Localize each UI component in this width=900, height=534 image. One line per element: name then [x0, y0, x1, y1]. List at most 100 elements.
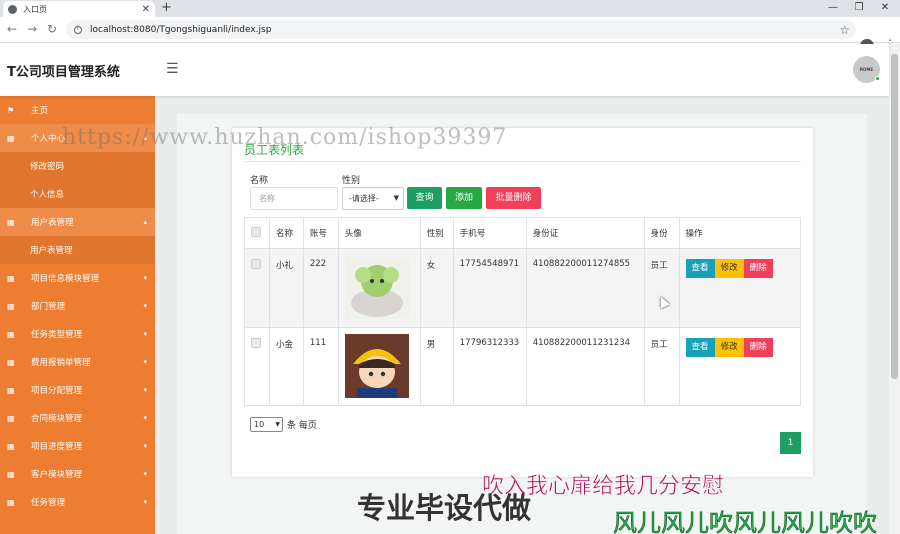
page-size-select[interactable]: 10 ▼ [250, 417, 283, 432]
column-header: 身份证 [525, 217, 645, 249]
grid-icon: ▦ [7, 441, 15, 451]
view-button[interactable]: 查看 [685, 259, 715, 278]
grid-icon: ▦ [7, 329, 15, 339]
cell-gender: 男 [419, 327, 454, 406]
sidebar-item-customer[interactable]: ▦ 客户模块管理 ▾ [0, 460, 155, 488]
sidebar-item-project-assign[interactable]: ▦ 项目分配管理 ▾ [0, 376, 155, 404]
list-card: 员工表列表 名称 名称 性别 -请选择- ▼ 查询 添加 批量删除 名称 账号 … [232, 128, 813, 477]
title-divider [244, 161, 801, 162]
sidebar-item-label: 修改密码 [30, 162, 65, 172]
add-button[interactable]: 添加 [446, 187, 482, 209]
column-header: 操作 [678, 217, 802, 249]
row-checkbox[interactable] [251, 259, 261, 269]
sidebar-item-home[interactable]: ⚑ 主页 [0, 96, 155, 124]
brand-title: T公司项目管理系统 [7, 65, 120, 80]
reload-icon[interactable]: ↻ [47, 22, 57, 36]
sidebar-item-project-info[interactable]: ▦ 项目信息模块管理 ▾ [0, 264, 155, 292]
row-checkbox[interactable] [251, 338, 261, 348]
online-status-dot [875, 76, 880, 81]
restore-icon[interactable]: ❐ [846, 0, 872, 16]
sidebar-item-task-type[interactable]: ▦ 任务类型管理 ▾ [0, 320, 155, 348]
sidebar-item-contract[interactable]: ▦ 合同模块管理 ▾ [0, 404, 155, 432]
back-arrow-icon[interactable]: ← [7, 22, 17, 36]
query-button[interactable]: 查询 [407, 187, 442, 209]
page-scrollbar[interactable] [889, 44, 900, 534]
sidebar-item-label: 用户表管理 [30, 246, 73, 256]
url-watermark: https://www.huzhan.com/ishop39397 [62, 125, 508, 150]
cell-actions: 查看 修改 删除 [678, 248, 802, 328]
chevron-up-icon: ▴ [143, 218, 147, 226]
sidebar-item-profile[interactable]: 个人信息 [0, 180, 155, 208]
cell-phone: 17754548971 [452, 248, 527, 328]
batch-delete-button[interactable]: 批量删除 [486, 187, 541, 209]
table-row: 小金 111 男 17796312333 410882200011231234 … [244, 327, 802, 406]
sidebar-item-label: 项目信息模块管理 [31, 274, 100, 284]
bookmark-star-icon[interactable]: ☆ [839, 23, 850, 37]
avatar-image [344, 257, 409, 319]
browser-tab[interactable]: 入口页 ✕ [3, 1, 155, 17]
sidebar-item-user-table-sub[interactable]: 用户表管理 [0, 236, 155, 264]
info-icon[interactable] [74, 25, 82, 34]
cell-gender: 女 [419, 248, 454, 328]
sidebar-item-label: 用户表管理 [31, 218, 74, 228]
sidebar-item-change-password[interactable]: 修改密码 [0, 152, 155, 180]
globe-icon [8, 4, 17, 14]
chevron-down-icon: ▾ [143, 386, 147, 394]
name-search-input[interactable]: 名称 [250, 187, 338, 210]
app-header: T公司项目管理系统 ☰ ROME [0, 44, 889, 96]
avatar-text: ROME [859, 67, 874, 72]
sidebar-item-task[interactable]: ▦ 任务管理 ▾ [0, 488, 155, 516]
url-field[interactable]: localhost:8080/Tgongshiguanli/index.jsp … [66, 20, 856, 39]
row-select [244, 327, 270, 406]
window-close-icon[interactable]: ✕ [872, 0, 898, 16]
user-avatar[interactable]: ROME [853, 56, 880, 83]
sidebar-item-label: 主页 [31, 106, 49, 116]
column-header: 名称 [268, 217, 304, 249]
url-text: localhost:8080/Tgongshiguanli/index.jsp [90, 24, 272, 35]
tab-close-icon[interactable]: ✕ [142, 4, 150, 15]
grid-icon: ▦ [7, 413, 15, 423]
sidebar: ⚑ 主页 ▦ 个人中心 ▴ 修改密码 个人信息 ▦ 用户表管理 ▴ 用户表管理 ▦ 项目信息… [0, 96, 155, 534]
gender-select[interactable]: -请选择- ▼ [342, 187, 404, 210]
sidebar-item-progress[interactable]: ▦ 项目进度管理 ▾ [0, 432, 155, 460]
chevron-down-icon: ▾ [143, 470, 147, 478]
edit-button[interactable]: 修改 [714, 259, 744, 278]
sidebar-item-department[interactable]: ▦ 部门管理 ▾ [0, 292, 155, 320]
page-button-current[interactable]: 1 [780, 432, 801, 454]
column-header: 头像 [337, 217, 421, 249]
sidebar-item-label: 项目进度管理 [31, 442, 83, 452]
gender-label: 性别 [342, 176, 361, 186]
column-header: 性别 [419, 217, 454, 249]
minimize-icon[interactable]: — [820, 0, 846, 16]
edit-button[interactable]: 修改 [714, 338, 744, 357]
delete-button[interactable]: 删除 [743, 259, 773, 278]
scrollbar-thumb[interactable] [891, 54, 898, 379]
sidebar-item-label: 任务类型管理 [31, 330, 83, 340]
hamburger-menu-icon[interactable]: ☰ [166, 61, 179, 77]
grid-icon: ▦ [7, 301, 15, 311]
cell-name: 小礼 [268, 248, 304, 328]
chevron-down-icon: ▾ [143, 302, 147, 310]
cell-id-card: 410882200011231234 [525, 327, 645, 406]
sidebar-item-label: 个人中心 [31, 134, 66, 144]
grid-icon: ▦ [7, 357, 15, 367]
grid-icon: ▦ [7, 273, 15, 283]
sidebar-item-label: 费用报销单管理 [31, 358, 91, 368]
cell-account: 222 [302, 248, 339, 328]
view-button[interactable]: 查看 [685, 338, 715, 357]
table-header-row: 名称 账号 头像 性别 手机号 身份证 身份 操作 [244, 217, 802, 249]
select-all-checkbox[interactable] [251, 226, 261, 237]
chevron-down-icon: ▼ [275, 421, 280, 428]
grid-icon: ▦ [7, 385, 15, 395]
grid-icon: ▦ [7, 217, 15, 227]
browser-tab-strip: 入口页 ✕ + — ❐ ✕ [0, 0, 900, 17]
grid-icon: ▦ [7, 497, 15, 507]
cell-name: 小金 [268, 327, 304, 406]
sidebar-item-expense[interactable]: ▦ 费用报销单管理 ▾ [0, 348, 155, 376]
delete-button[interactable]: 删除 [743, 338, 773, 357]
caption-watermark: 专业毕设代做 [357, 491, 532, 525]
grid-icon: ▦ [7, 133, 15, 143]
sidebar-item-user-table[interactable]: ▦ 用户表管理 ▴ [0, 208, 155, 236]
new-tab-button[interactable]: + [161, 0, 172, 16]
forward-arrow-icon[interactable]: → [27, 22, 37, 36]
